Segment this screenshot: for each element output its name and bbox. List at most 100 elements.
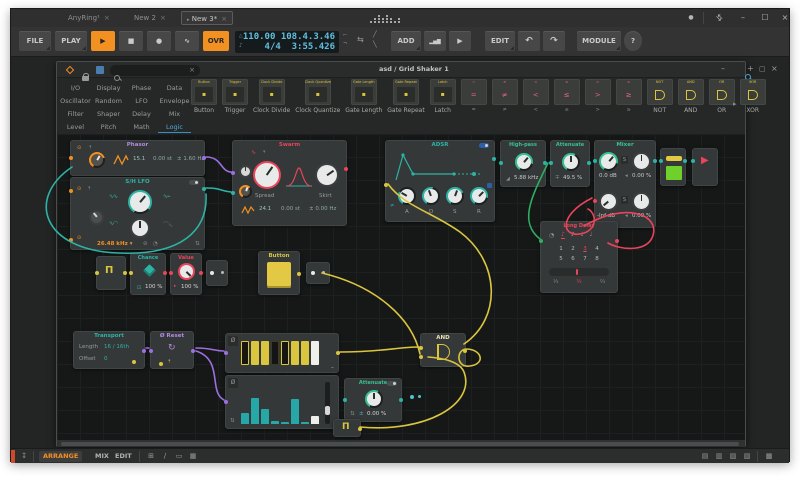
port-out[interactable] [322, 271, 325, 274]
step-bar[interactable] [311, 416, 319, 424]
mixer-panel-icon[interactable]: ▩ [763, 451, 775, 462]
fraction-row[interactable]: ⅓½⅔ [553, 279, 605, 285]
solo1-button[interactable]: S [621, 156, 628, 164]
value-knob[interactable] [178, 263, 195, 280]
module-merge[interactable] [206, 260, 228, 286]
import-icon[interactable]: ↧ [18, 451, 30, 462]
palette-tile[interactable]: ≥≥ [616, 79, 642, 105]
palette-tile[interactable]: Clock Divide▪ [259, 79, 285, 105]
play-menu-button[interactable]: PLAY [55, 31, 87, 51]
phase-input-badge[interactable]: Ø [228, 336, 238, 346]
delay-multiplier-option[interactable]: 8 [591, 254, 603, 264]
meter-panel-button[interactable]: ▂▅▇ [424, 31, 446, 51]
pan2-knob[interactable] [632, 192, 651, 211]
port-in[interactable] [499, 161, 503, 165]
phase-icon[interactable]: ◔ [153, 241, 158, 247]
port-in[interactable] [149, 349, 153, 353]
palette-tile[interactable]: == [461, 79, 487, 105]
note-value-row[interactable]: ♪♪♩♩ [561, 231, 592, 239]
stop-button[interactable]: ■ [119, 31, 143, 51]
redo-button[interactable]: ↷ [543, 31, 565, 51]
loop-icon[interactable]: ⇆ [357, 35, 364, 44]
zoom-out-icon[interactable]: – [721, 64, 725, 73]
gate-step[interactable] [271, 341, 279, 365]
note-value-option[interactable]: ♩ [581, 231, 584, 239]
pen-tool-icon[interactable]: ∕ [159, 451, 171, 462]
port-out[interactable] [297, 272, 301, 276]
port-in-2[interactable] [593, 199, 597, 203]
end-trigger-out[interactable] [487, 183, 492, 188]
port-trigger-in[interactable] [159, 362, 163, 366]
gain1-knob[interactable] [599, 152, 618, 171]
palette-item-xor[interactable]: XORXOR [740, 79, 766, 114]
tab-close-icon[interactable]: × [221, 15, 227, 23]
module-highpass[interactable]: High-pass ◢ 5.88 kHz [500, 140, 546, 187]
gate-step[interactable] [311, 341, 319, 365]
gear-icon[interactable]: ⊙ [77, 186, 81, 192]
fullscreen-icon[interactable]: ⇆ [708, 7, 729, 28]
module-gates[interactable]: Ø ⌁ [225, 333, 339, 373]
time-slider[interactable] [549, 268, 609, 276]
module-audio-out[interactable]: ▶ [692, 148, 718, 186]
delay-multiplier-option[interactable]: 3 [579, 244, 591, 254]
note-value-option[interactable]: ♪ [561, 231, 565, 239]
palette-more-icon[interactable]: ▸ [733, 100, 737, 108]
punch-in-icon[interactable]: ⌐ [343, 32, 347, 38]
module-steps[interactable]: Ø ⇅ [225, 375, 339, 429]
cutoff-value[interactable]: 5.88 kHz [514, 175, 538, 181]
port-out[interactable] [344, 167, 348, 171]
gain-knob[interactable] [365, 390, 383, 408]
palette-item--[interactable]: ≠≠≠ [492, 79, 518, 113]
record-button[interactable]: ● [147, 31, 171, 51]
delay-multiplier-option[interactable]: 4 [591, 244, 603, 254]
search-clear-icon[interactable]: × [189, 66, 195, 74]
palette-tile[interactable]: << [523, 79, 549, 105]
tab-new3-active[interactable]: ▸ New 3*× [181, 11, 233, 25]
edit-button[interactable]: EDIT [485, 31, 515, 51]
zoom-in-icon[interactable]: + [747, 64, 754, 73]
cutoff-knob[interactable] [515, 153, 533, 171]
port-mod-in[interactable] [231, 191, 235, 195]
gate-step[interactable] [301, 341, 309, 365]
module-phasor[interactable]: Phasor ⊙ ⇡ 15.1 0.00 st ± 1.60 Hz [70, 140, 205, 176]
pan1-knob[interactable] [632, 152, 651, 171]
solo2-button[interactable]: S [621, 196, 628, 204]
fine-tune-value[interactable]: ± 1.60 Hz [177, 156, 204, 162]
category-io[interactable]: I/O [59, 84, 92, 92]
palette-item-button[interactable]: Button▪Button [191, 79, 217, 114]
palette-item--[interactable]: >>> [585, 79, 611, 113]
minimize-icon[interactable]: – [735, 11, 751, 25]
rate-knob[interactable] [89, 152, 105, 168]
palette-tile[interactable]: AND [678, 79, 704, 105]
port-out[interactable] [199, 271, 203, 275]
port-in[interactable] [69, 156, 73, 160]
palette-item-not[interactable]: NOTNOT [647, 79, 673, 114]
category-level[interactable]: Level [59, 123, 92, 131]
port-out[interactable] [358, 427, 362, 431]
step-bar[interactable] [301, 422, 309, 424]
wave-glyph[interactable]: ∿∿ [109, 193, 117, 200]
mode-toggle[interactable] [387, 381, 397, 386]
port-in[interactable] [549, 161, 553, 165]
module-attenuate-1[interactable]: Attenuate ∓ 49.5 % [550, 140, 590, 187]
sort-icon[interactable]: ⇅ [230, 418, 235, 424]
palette-item--[interactable]: <<< [523, 79, 549, 113]
module-mixer[interactable]: Mixer S 0.0 dB ◂ 0.00 % S -Inf dB ◂ 0.00… [594, 140, 656, 228]
category-math[interactable]: Math [125, 123, 158, 131]
arrange-view-button[interactable]: ARRANGE [39, 451, 82, 462]
close-window-icon[interactable]: × [777, 11, 793, 25]
slope-down-icon[interactable]: ╲ [373, 41, 377, 48]
category-envelope[interactable]: Envelope [158, 97, 191, 105]
delay-multiplier-option[interactable]: 6 [567, 254, 579, 264]
note-value-option[interactable]: ♩ [590, 231, 593, 239]
palette-tile[interactable]: Trigger▪ [222, 79, 248, 105]
module-phase-reset[interactable]: Ø Reset ↻ ⇡ [150, 331, 194, 369]
module-merge-2[interactable] [306, 262, 330, 284]
palette-tile[interactable]: Clock Quantize▪ [305, 79, 331, 105]
port-in[interactable] [539, 239, 543, 243]
palette-tile[interactable]: ≠≠ [492, 79, 518, 105]
fine-tune-value[interactable]: ± 0.00 Hz [309, 206, 336, 212]
port-out[interactable] [683, 159, 687, 163]
gate-step[interactable] [281, 341, 289, 365]
port-out[interactable] [587, 161, 591, 165]
